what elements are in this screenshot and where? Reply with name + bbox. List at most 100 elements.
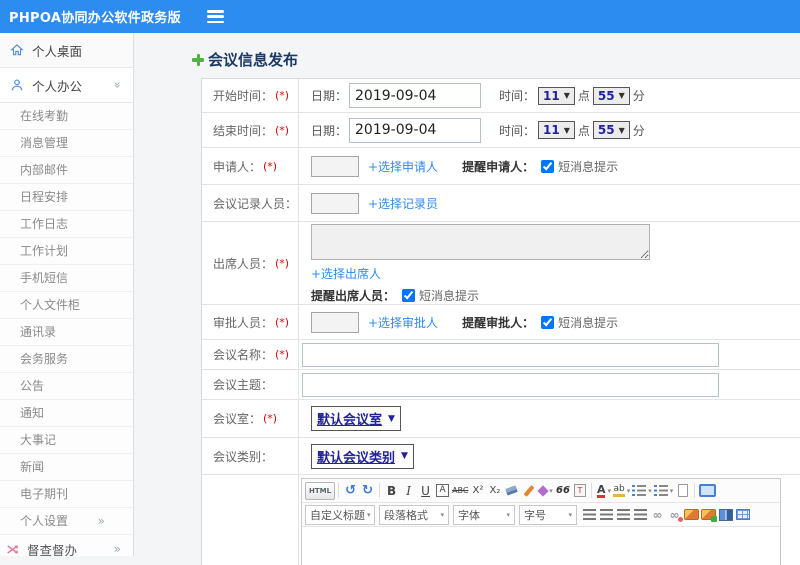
- font-family-select[interactable]: 字体▾: [453, 505, 515, 525]
- sidebar-item-e-journal[interactable]: 电子期刊: [0, 481, 133, 508]
- applicant-input[interactable]: [311, 156, 359, 177]
- minute-unit-label: 分: [633, 122, 645, 139]
- sidebar-item-sms[interactable]: 手机短信: [0, 265, 133, 292]
- dropdown-caret-icon: ▾: [607, 487, 611, 495]
- sidebar-item-label: 个人设置: [20, 508, 68, 534]
- border-text-icon[interactable]: A: [436, 484, 448, 497]
- html-source-button[interactable]: HTML: [305, 482, 335, 500]
- meeting-room-select[interactable]: 默认会议室▼: [311, 406, 401, 431]
- subscript-icon[interactable]: X₂: [486, 482, 503, 500]
- sidebar-item-online-attendance[interactable]: 在线考勤: [0, 103, 133, 130]
- meeting-topic-input[interactable]: [302, 373, 719, 397]
- choose-recorder-link[interactable]: +选择记录员: [368, 195, 438, 212]
- sidebar-item-work-log[interactable]: 工作日志: [0, 211, 133, 238]
- sidebar-item-personal-file-cabinet[interactable]: 个人文件柜: [0, 292, 133, 319]
- undo-icon[interactable]: ↺: [342, 482, 359, 500]
- field-label: 会议名称：: [213, 346, 273, 363]
- align-justify-icon[interactable]: [632, 506, 649, 524]
- align-left-icon[interactable]: [581, 506, 598, 524]
- ordered-list-icon[interactable]: ▾: [631, 482, 653, 500]
- minute-value: 55: [598, 89, 615, 103]
- meeting-category-select[interactable]: 默认会议类别▼: [311, 444, 414, 469]
- insert-table-icon[interactable]: [734, 506, 751, 524]
- new-page-icon[interactable]: [674, 482, 691, 500]
- italic-icon[interactable]: I: [400, 482, 417, 500]
- choose-approver-link[interactable]: +选择审批人: [368, 314, 438, 331]
- approver-input[interactable]: [311, 312, 359, 333]
- sidebar-item-internal-mail[interactable]: 内部邮件: [0, 157, 133, 184]
- redo-icon[interactable]: ↻: [359, 482, 376, 500]
- align-center-icon[interactable]: [598, 506, 615, 524]
- sidebar-item-personal-office[interactable]: 个人办公 »: [0, 68, 133, 103]
- remind-attendees-checkbox[interactable]: [402, 289, 415, 302]
- align-right-icon[interactable]: [615, 506, 632, 524]
- add-plus-icon: [191, 53, 205, 67]
- columns-layout-icon[interactable]: [717, 506, 734, 524]
- remind-applicant-checkbox[interactable]: [541, 160, 554, 173]
- blockquote-icon[interactable]: 66: [554, 482, 571, 500]
- sidebar-item-message-management[interactable]: 消息管理: [0, 130, 133, 157]
- custom-title-select[interactable]: 自定义标题▾: [305, 505, 375, 525]
- sidebar-item-supervision[interactable]: 督查督办 »: [0, 535, 133, 556]
- choose-attendees-link[interactable]: +选择出席人: [311, 265, 381, 282]
- strikethrough-icon[interactable]: ABC: [451, 482, 469, 500]
- start-minute-select[interactable]: 55▼: [593, 87, 630, 105]
- rich-text-editor: HTML ↺ ↻ B I U A ABC X² X₂ ▾: [301, 478, 781, 565]
- choose-applicant-link[interactable]: +选择申请人: [368, 158, 438, 175]
- superscript-icon[interactable]: X²: [469, 482, 486, 500]
- required-mark: (*): [275, 348, 289, 361]
- underline-icon[interactable]: U: [417, 482, 434, 500]
- field-label: 会议类别：: [213, 448, 273, 465]
- chevron-right-icon: »: [114, 542, 121, 556]
- sidebar-item-contacts[interactable]: 通讯录: [0, 319, 133, 346]
- recorder-input[interactable]: [311, 193, 359, 214]
- sms-label: 短消息提示: [419, 287, 479, 304]
- auto-format-icon[interactable]: ▾: [537, 482, 554, 500]
- fullscreen-icon[interactable]: [698, 482, 717, 500]
- start-date-input[interactable]: [349, 83, 481, 108]
- remind-approver-label: 提醒审批人：: [462, 314, 534, 331]
- required-mark: (*): [263, 412, 277, 425]
- format-painter-icon[interactable]: [520, 482, 537, 500]
- sidebar-item-notice[interactable]: 通知: [0, 400, 133, 427]
- form-row-meeting-category: 会议类别： 默认会议类别▼: [202, 438, 800, 475]
- form-row-applicant: 申请人：(*) +选择申请人 提醒申请人： 短消息提示: [202, 148, 800, 185]
- supervision-icon: [6, 543, 20, 556]
- eraser-icon[interactable]: [503, 482, 520, 500]
- select-caret-icon: ▼: [619, 126, 625, 135]
- sidebar-item-personal-desktop[interactable]: 个人桌面: [0, 33, 133, 68]
- insert-link-icon[interactable]: ∞: [649, 506, 666, 524]
- sidebar-item-personal-settings[interactable]: 个人设置 »: [0, 508, 133, 535]
- end-minute-select[interactable]: 55▼: [593, 121, 630, 139]
- editor-content-area[interactable]: [302, 527, 780, 565]
- sidebar-item-conference-services[interactable]: 会务服务: [0, 346, 133, 373]
- hamburger-menu-icon[interactable]: [207, 10, 224, 23]
- field-label: 会议室：: [213, 410, 261, 427]
- sidebar-item-memorabilia[interactable]: 大事记: [0, 427, 133, 454]
- required-mark: (*): [275, 89, 289, 102]
- sidebar-item-news[interactable]: 新闻: [0, 454, 133, 481]
- dropdown-caret-icon: ▾: [627, 487, 631, 495]
- sidebar-item-announcement[interactable]: 公告: [0, 373, 133, 400]
- unordered-list-icon[interactable]: ▾: [653, 482, 675, 500]
- font-color-icon[interactable]: A▾: [595, 482, 612, 500]
- remind-approver-checkbox[interactable]: [541, 316, 554, 329]
- bold-icon[interactable]: B: [383, 482, 400, 500]
- attendees-textarea[interactable]: [311, 224, 650, 260]
- end-hour-select[interactable]: 11▼: [538, 121, 575, 139]
- end-date-input[interactable]: [349, 118, 481, 143]
- select-caret-icon: ▼: [564, 126, 570, 135]
- form-row-start-time: 开始时间：(*) 日期： 时间： 11▼ 点 55▼ 分: [202, 79, 800, 113]
- upload-image-icon[interactable]: [700, 506, 717, 524]
- start-hour-select[interactable]: 11▼: [538, 87, 575, 105]
- font-size-select[interactable]: 字号▾: [519, 505, 577, 525]
- highlight-color-icon[interactable]: ab▾: [612, 482, 631, 500]
- paste-text-icon[interactable]: T: [571, 482, 588, 500]
- insert-image-icon[interactable]: [683, 506, 700, 524]
- date-label: 日期：: [311, 122, 347, 139]
- meeting-name-input[interactable]: [302, 343, 719, 367]
- sidebar-item-work-plan[interactable]: 工作计划: [0, 238, 133, 265]
- remove-link-icon[interactable]: ∞: [666, 506, 683, 524]
- paragraph-format-select[interactable]: 段落格式▾: [379, 505, 449, 525]
- sidebar-item-schedule[interactable]: 日程安排: [0, 184, 133, 211]
